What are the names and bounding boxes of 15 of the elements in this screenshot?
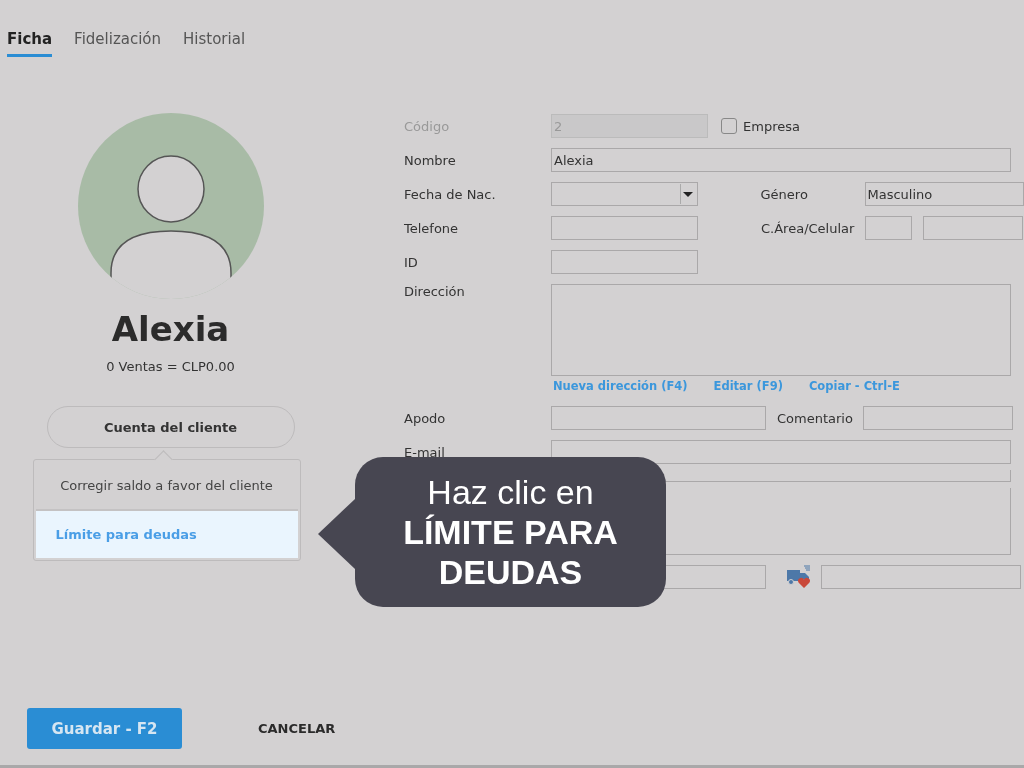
checkbox-label: Empresa (743, 118, 800, 134)
field-label: Código (404, 118, 451, 134)
field-label: Fecha de Nac. (404, 186, 497, 202)
customer-name: Alexia (111, 309, 230, 349)
field-label: Comentario (777, 410, 853, 426)
field-label: Dirección (404, 284, 466, 299)
field-label: Género (760, 186, 809, 202)
field-label: Apodo (404, 410, 447, 426)
sales-summary: 0 Ventas = CLP0.00 (106, 359, 235, 374)
field-label: C.Área/Celular (761, 220, 856, 236)
field-label: Telefone (404, 220, 460, 236)
field-label: E-mail (404, 444, 446, 460)
field-label: ID (404, 254, 419, 270)
callout-tooltip: Haz clic en LÍMITE PARA DEUDAS (355, 457, 666, 607)
field-label: Nombre (404, 152, 457, 168)
